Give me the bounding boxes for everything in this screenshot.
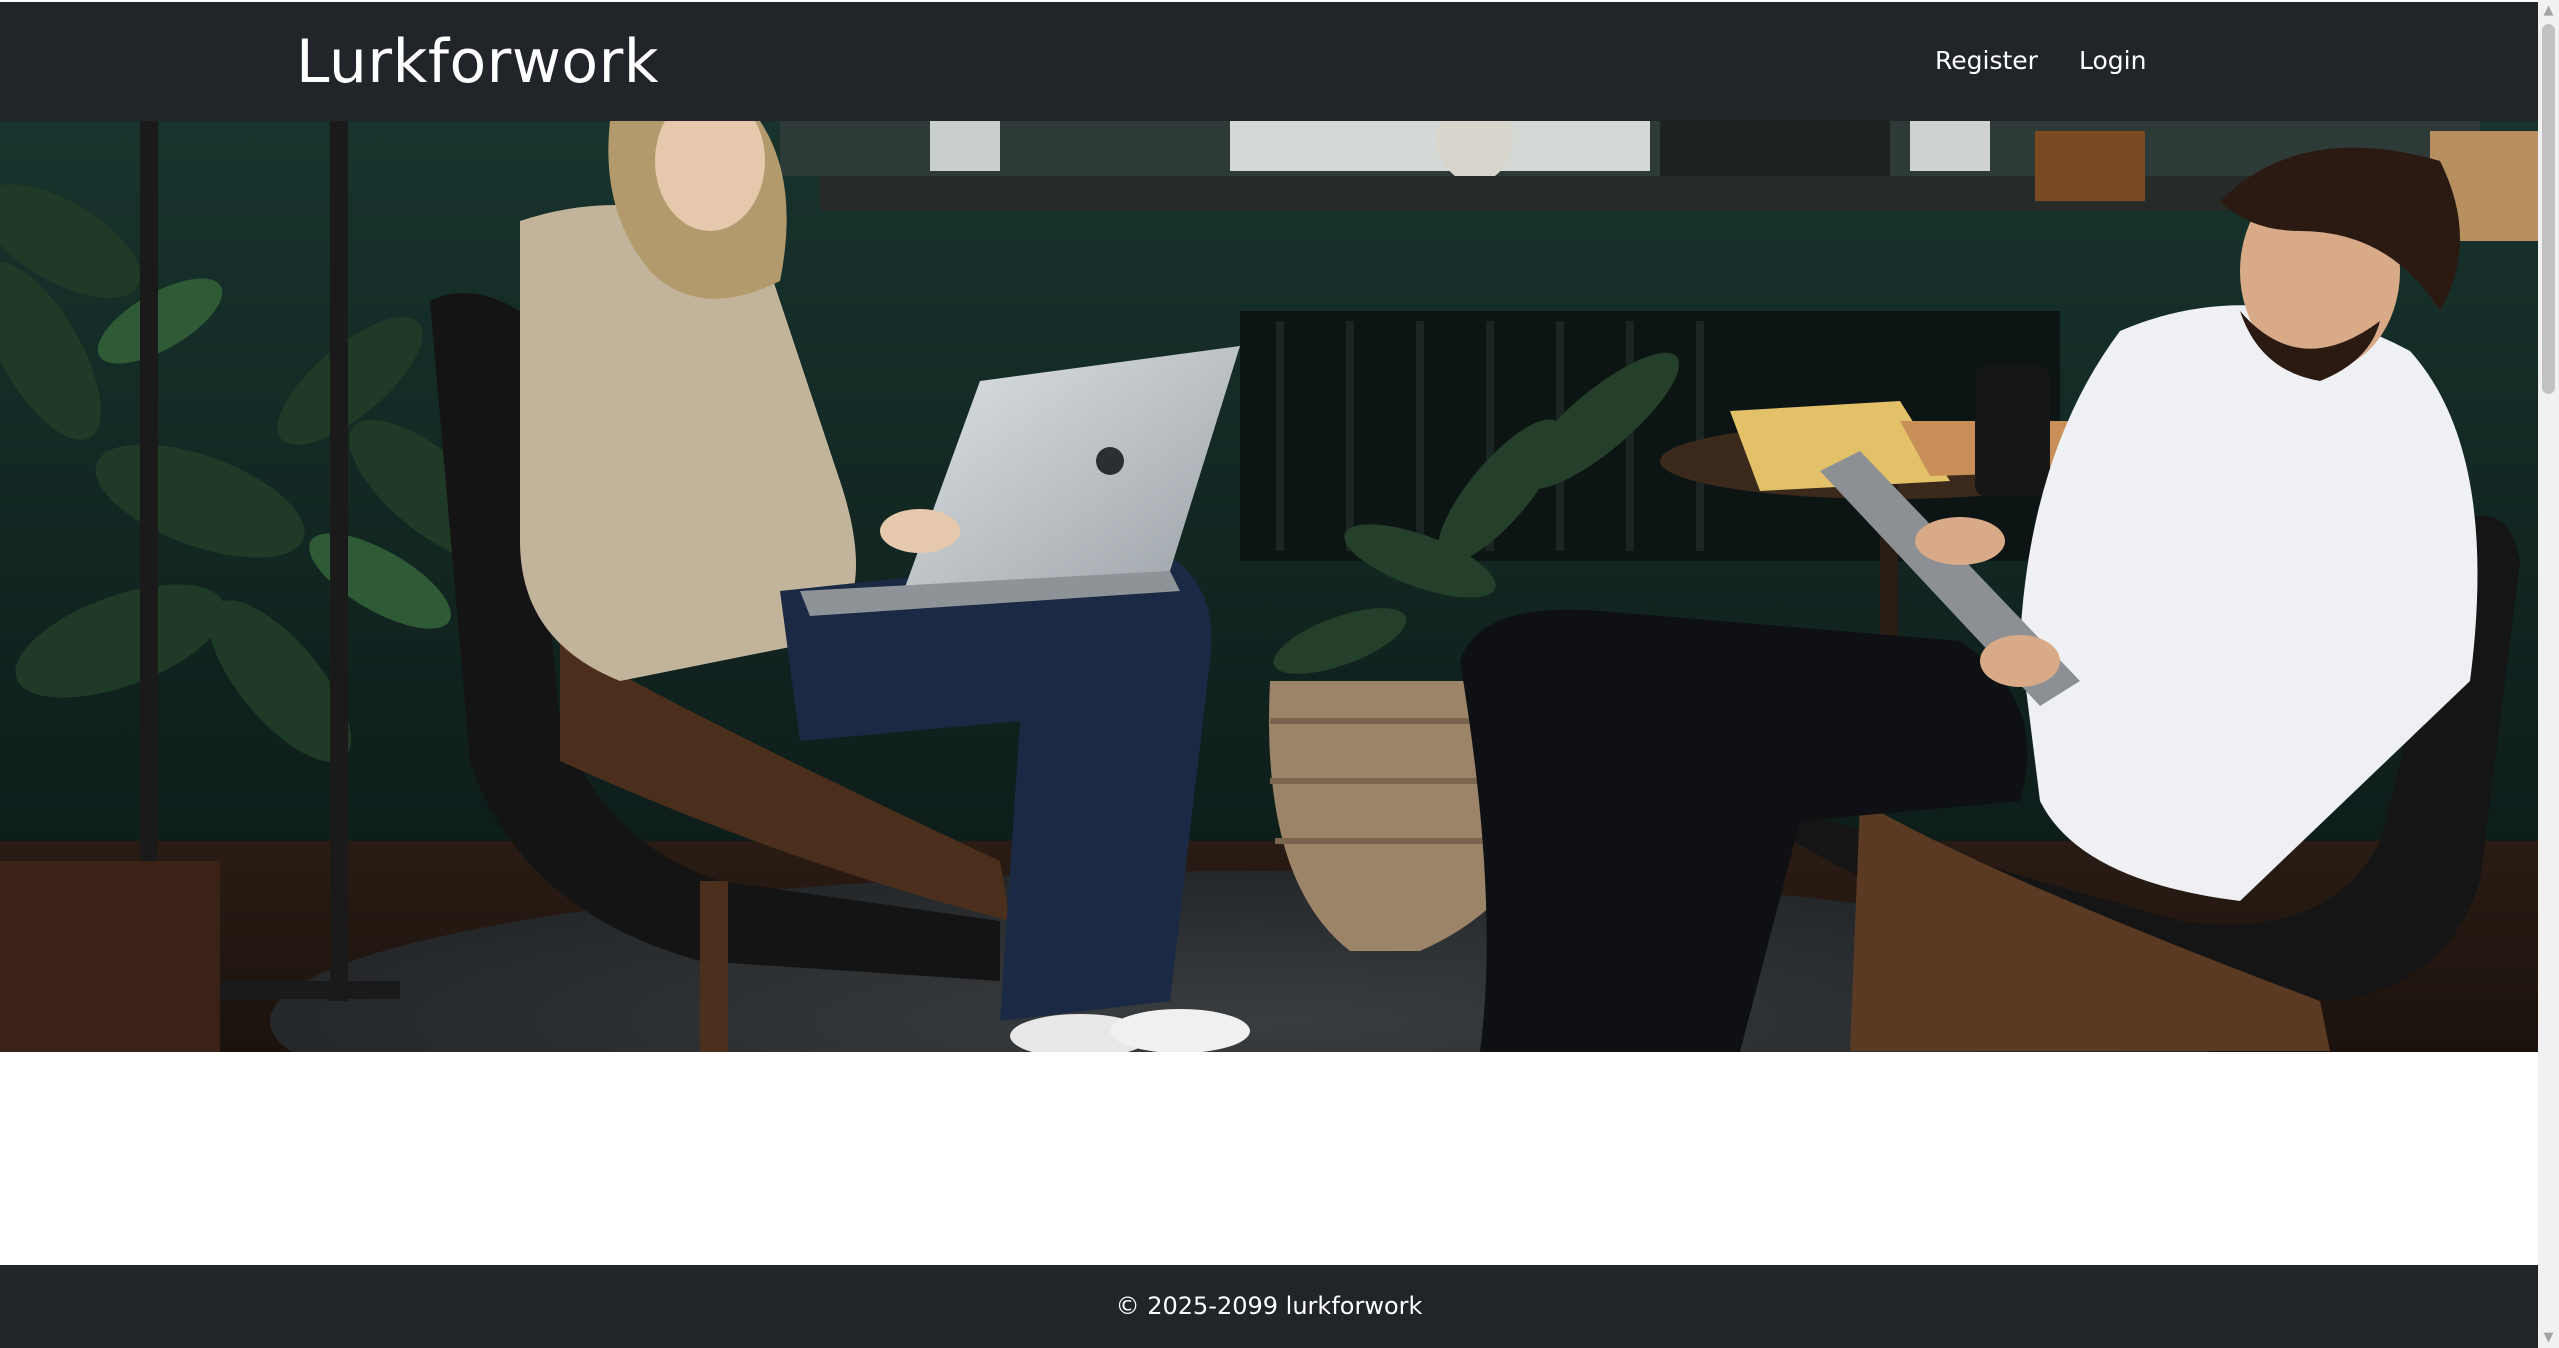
login-link[interactable]: Login <box>2079 44 2146 78</box>
triangle-down-icon[interactable]: ▼ <box>2538 1327 2559 1348</box>
brand-logo-link[interactable]: Lurkforwork <box>296 22 659 102</box>
vertical-scrollbar[interactable]: ▲ ▼ <box>2538 0 2559 1348</box>
footer: © 2025-2099 lurkforwork <box>0 1265 2538 1348</box>
hero-illustration <box>0 121 2538 1052</box>
copyright-text: © 2025-2099 lurkforwork <box>1115 1292 1423 1320</box>
hero-image <box>0 121 2538 1052</box>
register-link[interactable]: Register <box>1935 44 2038 78</box>
triangle-up-icon[interactable]: ▲ <box>2538 0 2559 21</box>
page: Lurkforwork Register Login © 2025-2099 l… <box>0 0 2559 1348</box>
top-navbar: Lurkforwork Register Login <box>0 0 2538 121</box>
scrollbar-thumb[interactable] <box>2542 24 2555 394</box>
